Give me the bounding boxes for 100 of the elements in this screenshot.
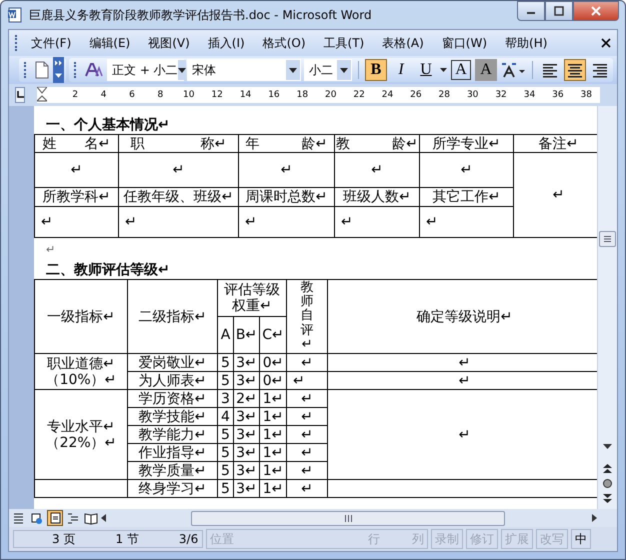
table-cell: A — [220, 327, 230, 343]
table-cell: ↵ — [460, 162, 472, 178]
page-view-button[interactable] — [47, 510, 63, 526]
table-cell: 1↵ — [262, 426, 284, 442]
table-cell: 教学技能↵ — [138, 408, 206, 424]
scroll-left-icon[interactable] — [101, 514, 106, 522]
indent-marker-icon[interactable] — [37, 87, 47, 103]
menu-item[interactable]: 工具(T) — [318, 32, 370, 54]
phonetic-guide-icon[interactable] — [500, 61, 526, 79]
table-cell: ↵ — [172, 162, 184, 178]
close-icon — [590, 6, 602, 16]
left-align-icon — [541, 62, 559, 78]
center-align-icon — [566, 62, 584, 78]
vertical-scrollbar[interactable] — [597, 106, 617, 509]
grip-icon — [604, 236, 611, 242]
table-cell: 年 龄↵ — [246, 136, 328, 152]
table-cell: ↵ — [301, 390, 313, 406]
table-cell: 1↵ — [262, 480, 284, 496]
ruler-number: 16 — [267, 90, 281, 100]
previous-page-icon[interactable] — [603, 464, 612, 473]
position-label: 位置 — [209, 530, 235, 548]
ruler-number: 4 — [100, 90, 108, 100]
table-cell: ↵ — [280, 162, 292, 178]
bold-button[interactable]: B — [365, 59, 387, 81]
underline-button[interactable]: U — [415, 59, 437, 81]
table-cell: 其它工作↵ — [432, 189, 500, 205]
character-border-button[interactable]: A — [450, 59, 472, 81]
table-cell-text: ↵ — [292, 372, 305, 388]
menu-item[interactable]: 视图(V) — [143, 32, 195, 54]
table-cell: ↵ — [371, 162, 383, 178]
ruler-number: 12 — [210, 90, 224, 100]
table-cell: 教学质量↵ — [138, 462, 206, 478]
menu-item[interactable]: 窗口(W) — [436, 32, 492, 54]
font-dropdown[interactable]: 宋体 — [187, 59, 301, 81]
ruler-number: 28 — [438, 90, 451, 100]
table-cell: 作业指导↵ — [138, 444, 206, 460]
table-cell: ↵ — [552, 187, 564, 203]
table-cell: 学历资格↵ — [138, 390, 206, 406]
menu-item[interactable]: 插入(I) — [202, 32, 250, 54]
grip-icon — [344, 514, 352, 522]
menu-item[interactable]: 表格(A) — [377, 32, 429, 54]
scroll-right-icon[interactable] — [592, 514, 597, 522]
dropdown-arrow-icon[interactable] — [440, 68, 447, 72]
table-cell-text: ↵ — [340, 214, 353, 230]
styles-icon[interactable] — [84, 61, 104, 79]
status-indicator[interactable]: 中 — [571, 529, 591, 549]
table-cell: 教师自评↵ — [300, 280, 314, 352]
table-cell: 5 — [221, 480, 230, 496]
toolbar-options-icon[interactable] — [53, 57, 64, 83]
horizontal-scrollbar[interactable] — [101, 511, 597, 525]
menu-item[interactable]: 帮助(H) — [500, 32, 552, 54]
table-cell: 二级指标↵ — [138, 308, 206, 324]
table-cell: 5 — [221, 354, 230, 370]
font-size-dropdown[interactable]: 小二 — [304, 59, 352, 81]
window-title: 巨鹿县义务教育阶段教师教学评估报告书.doc - Microsoft Word — [29, 6, 373, 24]
word-document-icon — [7, 7, 23, 23]
table-cell: 3↵ — [236, 480, 257, 496]
scroll-thumb[interactable] — [599, 231, 616, 247]
ruler-number: 22 — [352, 90, 366, 100]
table-cell: 5 — [221, 462, 230, 478]
next-page-icon[interactable] — [603, 494, 612, 503]
ruler-number: 14 — [238, 90, 252, 100]
close-button[interactable] — [573, 1, 619, 21]
menu-item[interactable]: 编辑(E) — [84, 32, 136, 54]
table-cell: 备注↵ — [538, 136, 578, 152]
table-cell: 3↵ — [236, 354, 257, 370]
table-cell: ↵ — [301, 462, 313, 478]
menu-item[interactable]: 格式(O) — [258, 32, 311, 54]
maximize-button[interactable] — [545, 1, 573, 21]
table-cell: ↵ — [301, 354, 313, 370]
tab-selector[interactable] — [15, 87, 25, 103]
center-align-button[interactable] — [564, 59, 586, 81]
style-dropdown[interactable]: 正文 + 小二 — [107, 59, 184, 81]
table-cell: C↵ — [262, 327, 284, 343]
reading-view-icon — [84, 511, 98, 525]
table-cell: 5 — [221, 426, 230, 442]
ruler-number: 24 — [380, 90, 394, 100]
minimize-button[interactable] — [517, 1, 545, 21]
table-cell: 职业道德↵ — [47, 356, 115, 372]
ruler-number: 30 — [466, 90, 480, 100]
menu-item[interactable]: 文件(F) — [26, 32, 76, 54]
table-cell: 职 称↵ — [130, 136, 226, 152]
select-browse-object-icon[interactable] — [603, 479, 612, 488]
page-count: 3/6 — [178, 532, 198, 546]
italic-button[interactable]: I — [390, 59, 412, 81]
table-cell: 爱岗敬业↵ — [138, 354, 206, 370]
table-cell: 3↵ — [236, 444, 257, 460]
right-align-icon — [591, 62, 609, 78]
table-cell: 周课时总数↵ — [246, 189, 328, 205]
new-document-icon[interactable] — [34, 61, 50, 79]
close-icon[interactable] — [601, 38, 611, 48]
page-number: 3 页 — [52, 530, 76, 548]
ruler-number: 10 — [182, 90, 196, 100]
character-shading-button[interactable]: A — [475, 59, 497, 81]
scroll-thumb[interactable] — [191, 510, 505, 526]
scroll-down-icon[interactable] — [603, 444, 612, 450]
table-cell: 0↵ — [262, 372, 284, 388]
table-cell: （10%）↵ — [46, 372, 116, 388]
page-view-icon — [48, 511, 62, 525]
ruler-number: 26 — [409, 90, 423, 100]
